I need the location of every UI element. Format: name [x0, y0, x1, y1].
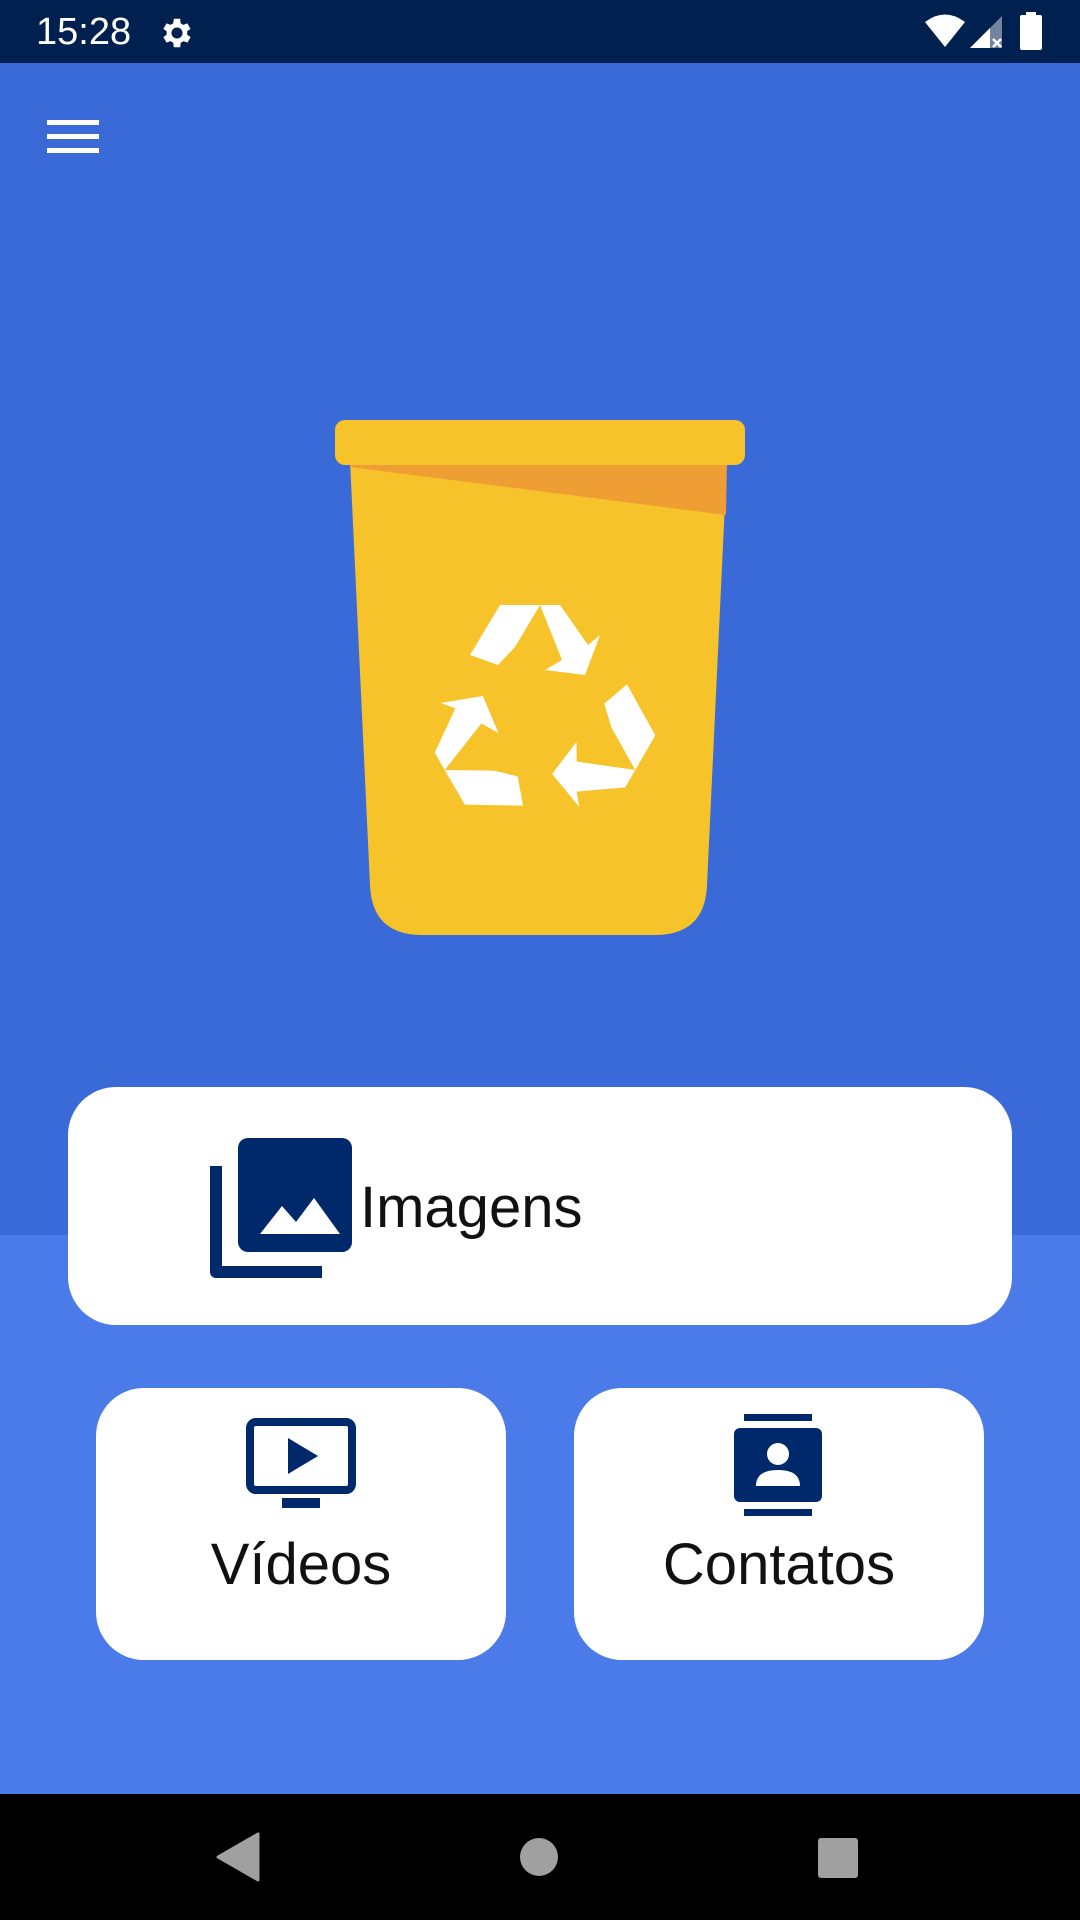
- recents-icon[interactable]: [818, 1838, 858, 1878]
- screen: 15:28 Imagens Vídeos Contatos: [0, 0, 1080, 1920]
- status-bar: 15:28: [0, 0, 1080, 63]
- gear-icon: [163, 18, 191, 48]
- videos-label: Vídeos: [210, 1532, 392, 1597]
- hamburger-menu-icon: [47, 120, 99, 153]
- recycle-bin-icon: [335, 420, 745, 935]
- video-screen-icon: [246, 1418, 356, 1508]
- videos-button[interactable]: Vídeos: [96, 1388, 506, 1660]
- cellular-signal-icon: [970, 16, 1002, 48]
- battery-icon: [1020, 12, 1042, 50]
- home-icon[interactable]: [520, 1838, 558, 1876]
- photo-library-icon: [210, 1138, 352, 1278]
- menu-button[interactable]: [36, 100, 110, 174]
- images-label: Imagens: [360, 1175, 583, 1240]
- status-time: 15:28: [36, 11, 132, 53]
- wifi-icon: [925, 14, 965, 47]
- contacts-button[interactable]: Contatos: [574, 1388, 984, 1660]
- contacts-label: Contatos: [662, 1532, 896, 1597]
- contact-card-icon: [734, 1414, 822, 1516]
- back-icon[interactable]: [214, 1832, 260, 1882]
